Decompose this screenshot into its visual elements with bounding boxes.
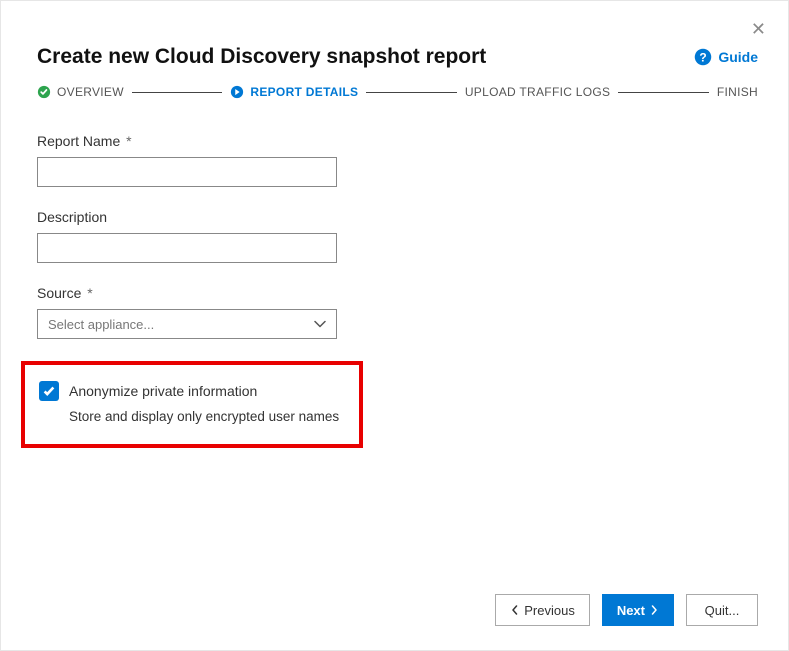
anonymize-checkbox[interactable]: [39, 381, 59, 401]
step-upload-logs[interactable]: UPLOAD TRAFFIC LOGS: [465, 85, 611, 99]
step-connector: [366, 92, 457, 93]
anonymize-highlight-box: Anonymize private information Store and …: [21, 361, 363, 448]
label-text: Description: [37, 209, 107, 225]
chevron-left-icon: [510, 605, 520, 615]
field-label: Report Name *: [37, 133, 752, 149]
step-label: REPORT DETAILS: [250, 85, 358, 99]
step-label: FINISH: [717, 85, 758, 99]
check-circle-icon: [37, 85, 51, 99]
button-label: Quit...: [705, 603, 740, 618]
dialog-footer: Previous Next Quit...: [495, 594, 758, 626]
svg-text:?: ?: [700, 51, 707, 65]
required-mark: *: [87, 285, 92, 301]
quit-button[interactable]: Quit...: [686, 594, 758, 626]
select-placeholder: Select appliance...: [48, 317, 154, 332]
label-text: Report Name: [37, 133, 120, 149]
step-finish[interactable]: FINISH: [717, 85, 758, 99]
step-overview[interactable]: OVERVIEW: [37, 85, 124, 99]
source-select[interactable]: Select appliance...: [37, 309, 337, 339]
guide-link[interactable]: ? Guide: [694, 48, 758, 66]
checkmark-icon: [42, 384, 56, 398]
chevron-down-icon: [314, 318, 326, 330]
label-text: Source: [37, 285, 81, 301]
field-description: Description: [37, 209, 752, 263]
button-label: Next: [617, 603, 645, 618]
form-area: Report Name * Description Source * Selec…: [1, 99, 788, 448]
anonymize-subtext: Store and display only encrypted user na…: [69, 409, 345, 424]
page-title: Create new Cloud Discovery snapshot repo…: [37, 45, 486, 69]
field-label: Source *: [37, 285, 752, 301]
anonymize-label: Anonymize private information: [69, 383, 257, 399]
guide-label: Guide: [718, 49, 758, 65]
step-connector: [132, 92, 223, 93]
step-label: UPLOAD TRAFFIC LOGS: [465, 85, 611, 99]
current-step-icon: [230, 85, 244, 99]
next-button[interactable]: Next: [602, 594, 674, 626]
help-icon: ?: [694, 48, 712, 66]
report-name-input[interactable]: [37, 157, 337, 187]
required-mark: *: [126, 133, 131, 149]
wizard-stepper: OVERVIEW REPORT DETAILS UPLOAD TRAFFIC L…: [1, 85, 788, 99]
description-input[interactable]: [37, 233, 337, 263]
field-source: Source * Select appliance...: [37, 285, 752, 339]
field-report-name: Report Name *: [37, 133, 752, 187]
step-report-details[interactable]: REPORT DETAILS: [230, 85, 358, 99]
dialog-header: Create new Cloud Discovery snapshot repo…: [1, 1, 788, 81]
button-label: Previous: [524, 603, 575, 618]
previous-button[interactable]: Previous: [495, 594, 590, 626]
step-connector: [618, 92, 709, 93]
step-label: OVERVIEW: [57, 85, 124, 99]
field-label: Description: [37, 209, 752, 225]
chevron-right-icon: [649, 605, 659, 615]
anonymize-check-row: Anonymize private information: [39, 381, 345, 401]
close-icon[interactable]: ✕: [751, 19, 766, 40]
dialog-create-snapshot-report: ✕ Create new Cloud Discovery snapshot re…: [0, 0, 789, 651]
